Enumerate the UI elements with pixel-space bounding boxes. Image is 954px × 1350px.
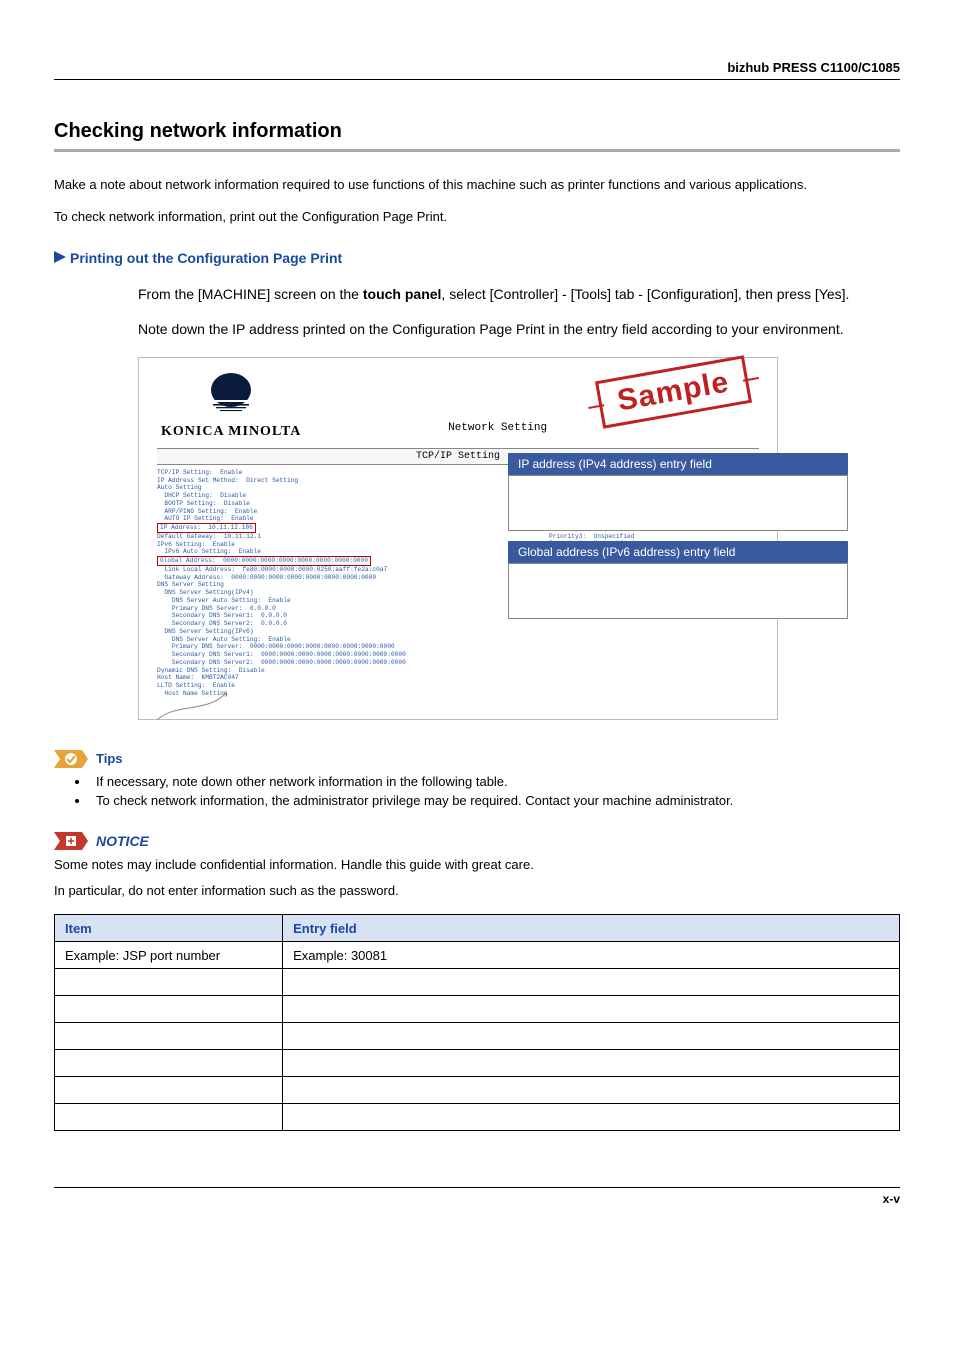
subsection-heading: Printing out the Configuration Page Prin… <box>54 250 900 266</box>
konica-minolta-logo: KONICA MINOLTA <box>161 372 301 440</box>
page-number: x-v <box>54 1187 900 1206</box>
section-title: Checking network information <box>54 120 900 143</box>
tips-heading: Tips <box>54 750 900 768</box>
globe-icon <box>208 372 254 418</box>
ip-address-highlight: IP Address: 10.11.12.186 <box>157 523 256 533</box>
entry-box-ipv6 <box>508 563 848 619</box>
callout-ipv6: Global address (IPv6 address) entry fiel… <box>508 541 848 563</box>
figure-doc-title: Network Setting <box>448 422 547 434</box>
header-product: bizhub PRESS C1100/C1085 <box>54 60 900 80</box>
global-address-highlight: Global Address: 0000:0000:0000:0000:0000… <box>157 556 371 566</box>
notice-label: NOTICE <box>96 833 149 849</box>
sample-stamp: Sample <box>595 355 752 428</box>
table-row <box>55 1050 900 1077</box>
step-paragraph-1: From the [MACHINE] screen on the touch p… <box>138 284 900 304</box>
th-item: Item <box>55 915 283 942</box>
table-row <box>55 969 900 996</box>
table-row <box>55 1077 900 1104</box>
intro-paragraph-2: To check network information, print out … <box>54 208 900 226</box>
cell-entry-example: Example: 30081 <box>283 942 900 969</box>
table-row <box>55 1023 900 1050</box>
config-page-figure: KONICA MINOLTA Network Setting Sample TC… <box>138 357 778 720</box>
tips-item-2: To check network information, the admini… <box>90 793 900 808</box>
th-entry: Entry field <box>283 915 900 942</box>
callout-ipv4: IP address (IPv4 address) entry field <box>508 453 848 475</box>
subsection-title: Printing out the Configuration Page Prin… <box>70 250 342 266</box>
config-text-left: TCP/IP Setting: Enable IP Address Set Me… <box>157 469 453 709</box>
notice-paragraph-1: Some notes may include confidential info… <box>54 856 900 874</box>
table-header-row: Item Entry field <box>55 915 900 942</box>
triangle-icon <box>54 250 66 266</box>
table-row <box>55 996 900 1023</box>
tips-list: If necessary, note down other network in… <box>54 774 900 808</box>
table-row <box>55 1104 900 1131</box>
entry-table: Item Entry field Example: JSP port numbe… <box>54 914 900 1131</box>
notice-paragraph-2: In particular, do not enter information … <box>54 882 900 900</box>
table-row: Example: JSP port number Example: 30081 <box>55 942 900 969</box>
tips-label: Tips <box>96 751 123 766</box>
notice-heading: NOTICE <box>54 832 900 850</box>
logo-text: KONICA MINOLTA <box>161 424 301 440</box>
notice-icon <box>54 832 88 850</box>
section-rule <box>54 149 900 152</box>
cell-item-example: Example: JSP port number <box>55 942 283 969</box>
intro-paragraph-1: Make a note about network information re… <box>54 176 900 194</box>
step-paragraph-2: Note down the IP address printed on the … <box>138 319 900 339</box>
tips-icon <box>54 750 88 768</box>
tips-item-1: If necessary, note down other network in… <box>90 774 900 789</box>
entry-box-ipv4 <box>508 475 848 531</box>
page-curl-icon <box>157 692 227 720</box>
